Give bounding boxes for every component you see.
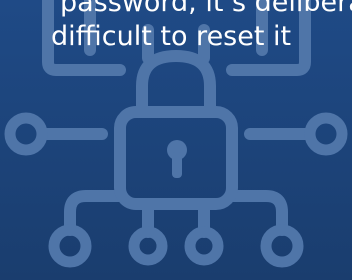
padlock — [114, 50, 238, 210]
caption-text: password, it’s deliberately difficult to… — [51, 0, 352, 54]
security-slide: password, it’s deliberately difficult to… — [0, 0, 352, 280]
caption-line-1: password, it’s deliberately — [60, 0, 352, 18]
caption-line-2: difficult to reset it — [51, 21, 292, 52]
